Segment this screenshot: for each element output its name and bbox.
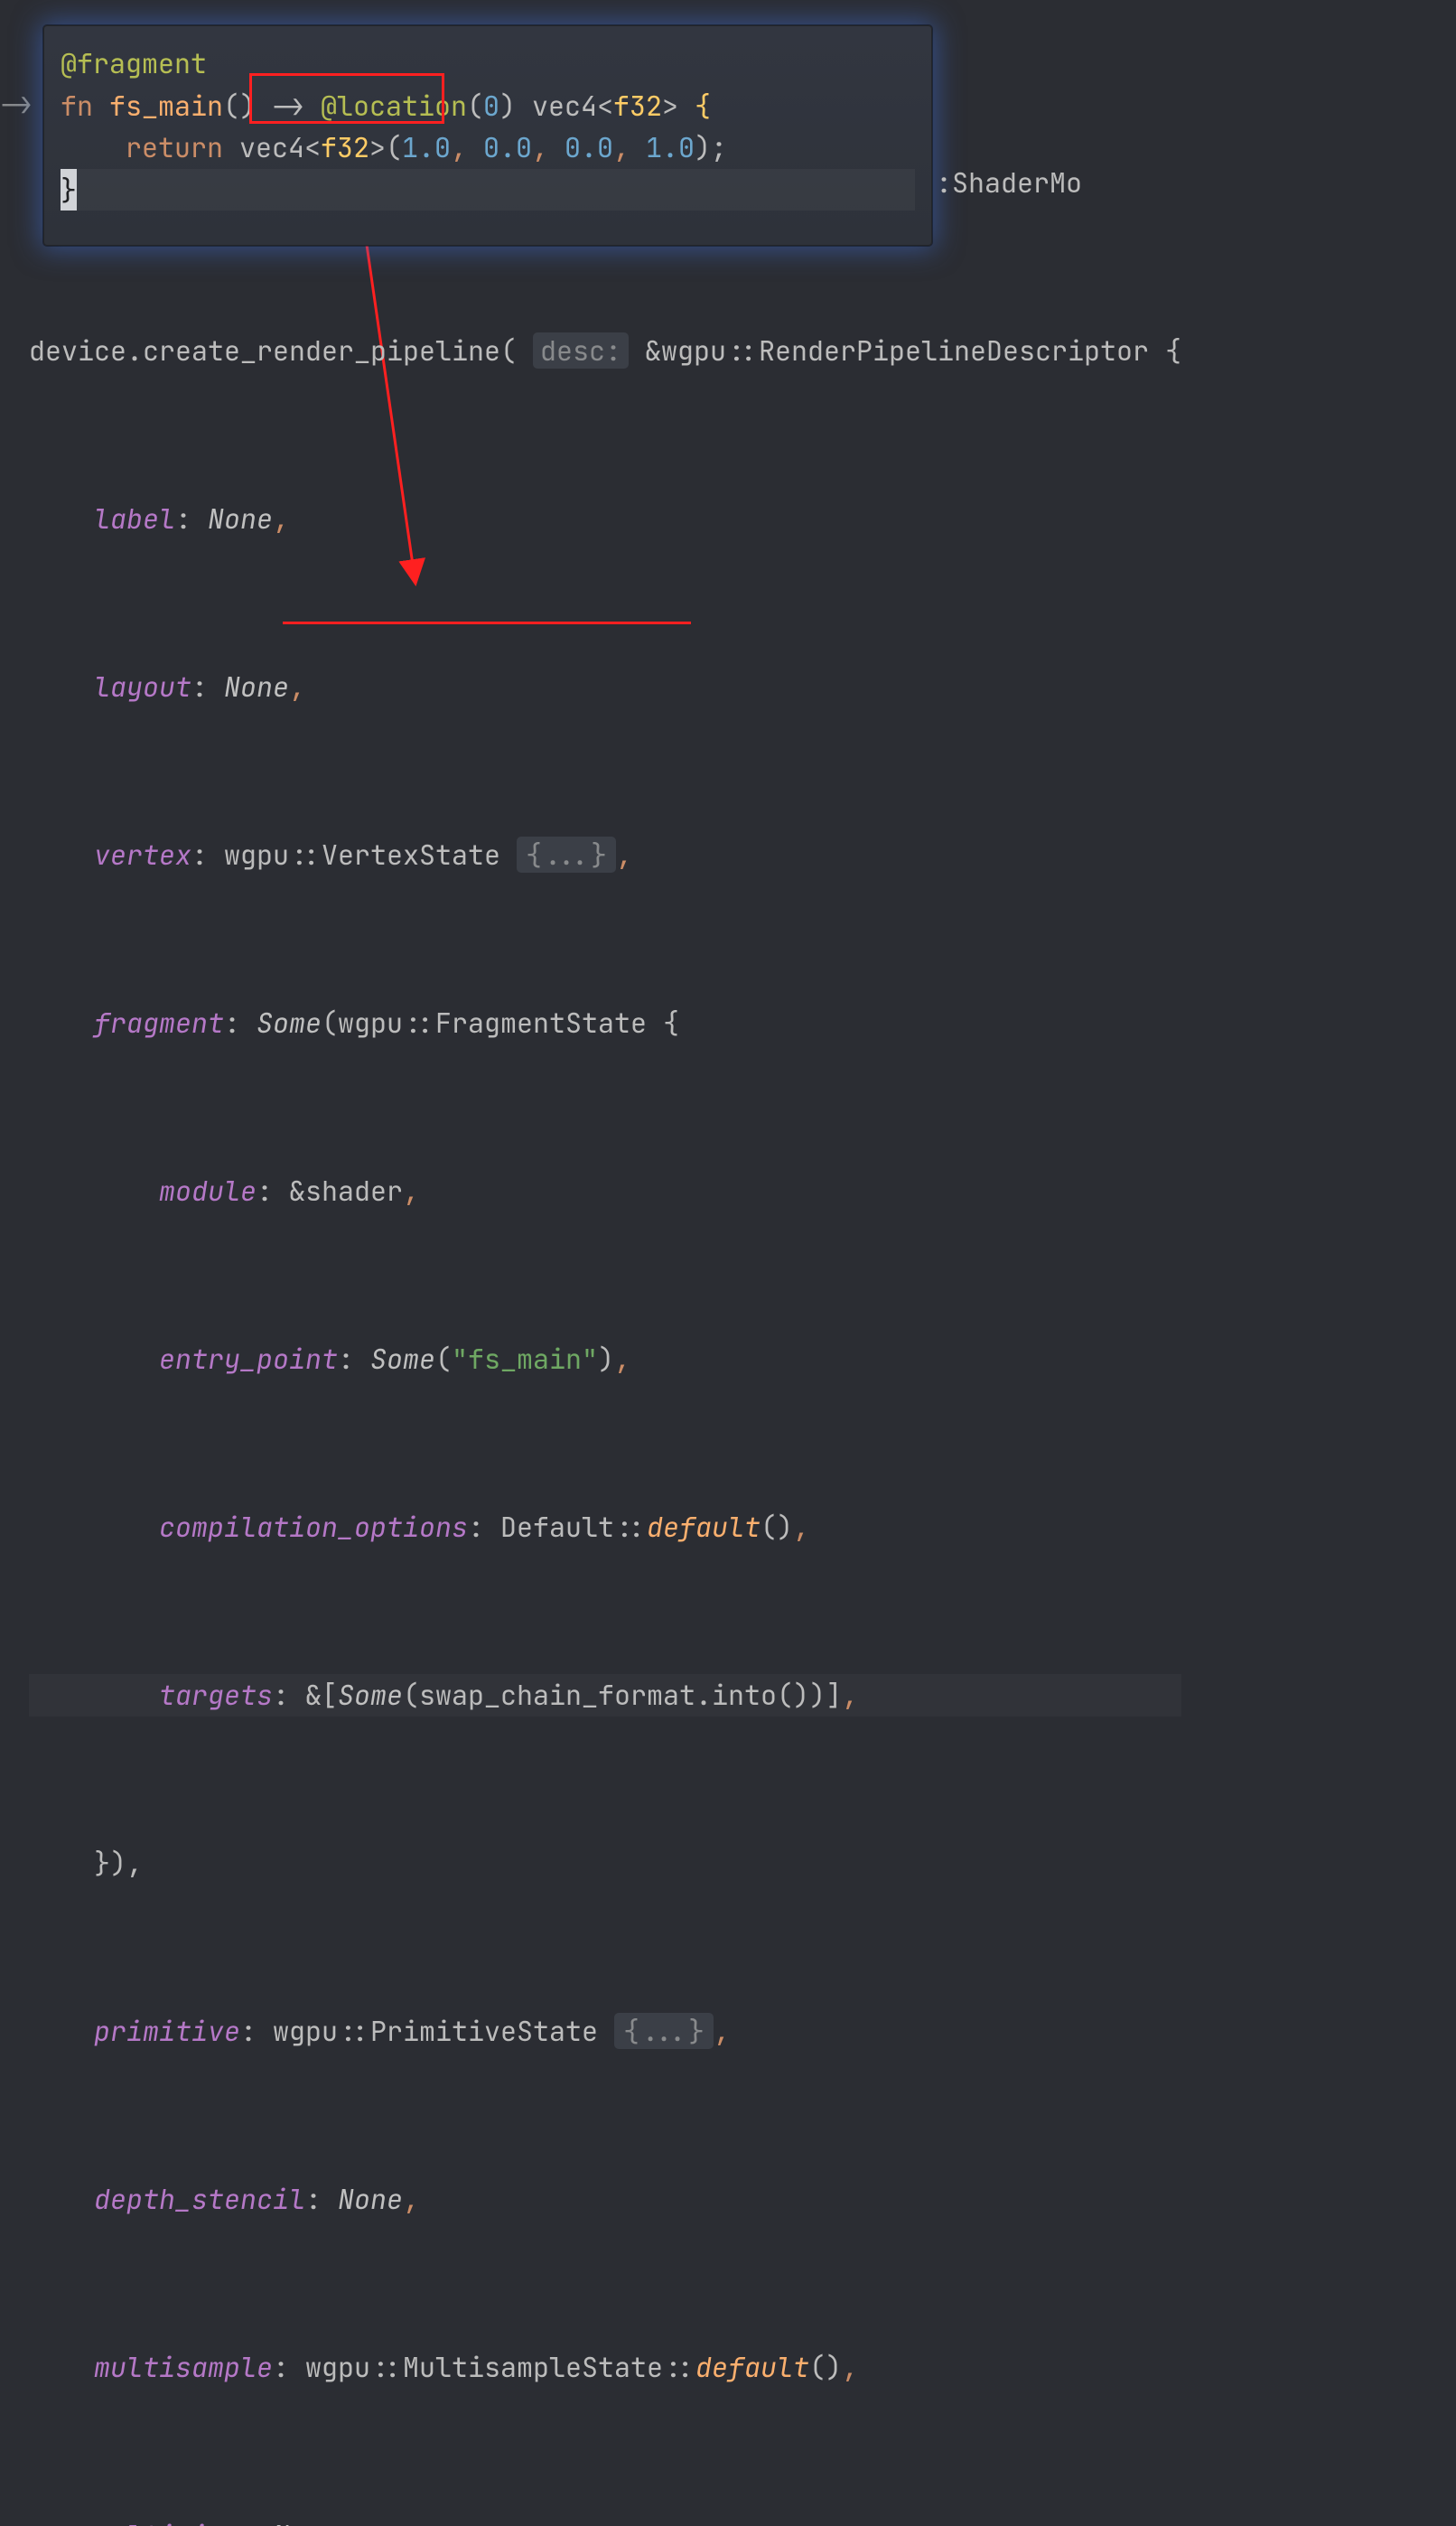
val: &shader xyxy=(289,1173,403,1209)
field: module xyxy=(159,1173,257,1209)
code-line: fragment: Some(wgpu::FragmentState { xyxy=(29,1002,1181,1044)
code-line: module: &shader, xyxy=(29,1170,1181,1212)
code-line: primitive: wgpu::PrimitiveState {...}, xyxy=(29,2010,1181,2053)
ns: wgpu xyxy=(273,2013,338,2049)
val: None xyxy=(208,501,273,537)
code-line-cursor: } xyxy=(61,169,915,211)
fn-name: fs_main xyxy=(109,88,223,124)
kw-fn: fn xyxy=(61,88,93,124)
val: None xyxy=(273,2517,338,2526)
shader-attr: @fragment xyxy=(61,45,207,81)
brace: { xyxy=(663,1005,679,1041)
kw-return: return xyxy=(126,129,223,165)
type: FragmentState xyxy=(435,1005,647,1041)
paren: ( xyxy=(386,129,402,165)
colcol: :: xyxy=(289,837,322,873)
type: RenderPipelineDescriptor xyxy=(759,332,1149,369)
gt: > xyxy=(662,88,678,124)
code-line: label: None, xyxy=(29,498,1181,540)
code-line: multiview: None, xyxy=(29,2514,1181,2526)
amp: & xyxy=(645,332,661,369)
val: None xyxy=(224,669,289,705)
text: }), xyxy=(94,1845,143,1881)
field: depth_stencil xyxy=(94,2181,305,2217)
field: targets xyxy=(159,1677,273,1713)
code-line: device.create_render_pipeline( desc: &wg… xyxy=(29,330,1181,372)
num: 0.0 xyxy=(483,129,532,165)
ns: wgpu xyxy=(338,1005,403,1041)
vec4: vec4 xyxy=(532,88,597,124)
code-line: entry_point: Some("fs_main"), xyxy=(29,1338,1181,1380)
paren: ( xyxy=(467,88,483,124)
num: 0 xyxy=(483,88,499,124)
code-line: depth_stencil: None, xyxy=(29,2178,1181,2221)
field: vertex xyxy=(94,837,191,873)
inlay-hint: desc: xyxy=(533,332,629,369)
code-line: }), xyxy=(29,1842,1181,1885)
comma: , xyxy=(532,129,565,165)
hover-tooltip[interactable]: @fragment fn fs_main() -> @location(0) v… xyxy=(43,25,932,246)
gt: > xyxy=(369,129,386,165)
lt: < xyxy=(597,88,613,124)
code-line: fn fs_main() -> @location(0) vec4<f32> { xyxy=(61,85,915,127)
comma: , xyxy=(451,129,483,165)
field: compilation_options xyxy=(159,1509,468,1545)
code-line: multisample: wgpu::MultisampleState::def… xyxy=(29,2346,1181,2389)
code-line: return vec4<f32>(1.0, 0.0, 0.0, 1.0); xyxy=(61,126,915,169)
type: PrimitiveState xyxy=(370,2013,598,2049)
paren: ) xyxy=(499,88,516,124)
val: None xyxy=(338,2181,403,2217)
some: Some xyxy=(257,1005,322,1041)
field: multisample xyxy=(94,2349,273,2385)
field: multiview xyxy=(94,2517,240,2526)
field: label xyxy=(94,501,175,537)
string: "fs_main" xyxy=(452,1341,598,1377)
fn: default xyxy=(695,2349,809,2385)
f32: f32 xyxy=(321,129,369,165)
brace: { xyxy=(695,88,711,124)
code-line: vertex: wgpu::VertexState {...}, xyxy=(29,834,1181,876)
fold-marker[interactable]: {...} xyxy=(517,837,616,873)
code-line: compilation_options: Default::default(), xyxy=(29,1506,1181,1548)
field: layout xyxy=(94,669,191,705)
gutter-arrow: -> xyxy=(0,83,33,126)
colcol: :: xyxy=(726,332,759,369)
expr: swap_chain_format.into() xyxy=(419,1677,809,1713)
type: VertexState xyxy=(322,837,500,873)
num: 1.0 xyxy=(646,129,695,165)
code-line: @fragment xyxy=(61,42,915,85)
call: create_render_pipeline xyxy=(143,332,500,369)
annotation-red-box xyxy=(249,73,444,124)
code-line-highlighted: targets: &[Some(swap_chain_format.into()… xyxy=(29,1674,1181,1717)
some: Some xyxy=(370,1341,435,1377)
code-block[interactable]: device.create_render_pipeline( desc: &wg… xyxy=(29,246,1181,2526)
field: fragment xyxy=(94,1005,224,1041)
paren: ( xyxy=(500,332,533,369)
tooltip-code: @fragment fn fs_main() -> @location(0) v… xyxy=(44,26,931,245)
type: Default xyxy=(500,1509,614,1545)
comma: , xyxy=(613,129,646,165)
lt: < xyxy=(304,129,321,165)
f32: f32 xyxy=(613,88,662,124)
some: Some xyxy=(338,1677,403,1713)
ns: wgpu xyxy=(305,2349,370,2385)
brace: { xyxy=(1149,332,1181,369)
vec4: vec4 xyxy=(239,129,304,165)
num: 0.0 xyxy=(565,129,613,165)
ns: wgpu xyxy=(224,837,289,873)
fn: default xyxy=(647,1509,761,1545)
ns: wgpu xyxy=(661,332,726,369)
fold-marker[interactable]: {...} xyxy=(614,2013,714,2049)
paren: ); xyxy=(695,129,727,165)
text: device. xyxy=(29,332,143,369)
field: primitive xyxy=(94,2013,240,2049)
num: 1.0 xyxy=(402,129,451,165)
cursor-cell: } xyxy=(61,169,77,211)
code-text-shadermo: :ShaderMo xyxy=(936,162,1082,204)
field: entry_point xyxy=(159,1341,338,1377)
code-line: layout: None, xyxy=(29,666,1181,708)
type: MultisampleState xyxy=(403,2349,663,2385)
editor-viewport: device: &wgpu::Device -> @fragment fn fs… xyxy=(0,0,1456,1263)
